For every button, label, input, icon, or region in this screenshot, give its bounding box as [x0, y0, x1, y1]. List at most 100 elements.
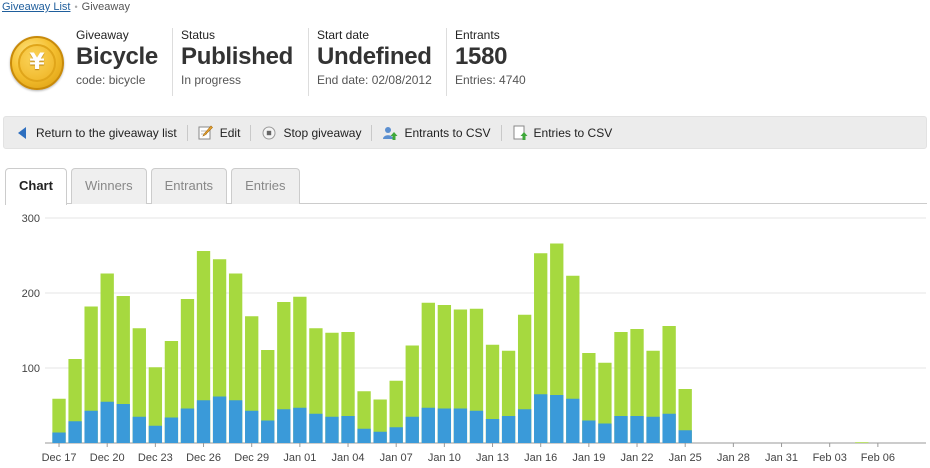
bar-entrants — [100, 401, 114, 443]
bar-entrants — [52, 432, 66, 443]
bar-entrants — [84, 410, 98, 443]
bar-entrants — [582, 420, 596, 443]
bar-entrants — [148, 425, 163, 443]
x-tick-label: Jan 01 — [283, 452, 316, 464]
stat-status-value: Published — [181, 43, 293, 70]
bar-entrants — [646, 416, 660, 443]
bar-entrants — [405, 416, 419, 443]
x-tick-label: Feb 06 — [861, 452, 895, 464]
stop-giveaway-button[interactable]: Stop giveaway — [261, 125, 361, 141]
document-export-icon — [512, 125, 528, 141]
tab-entrants[interactable]: Entrants — [150, 168, 228, 204]
bar-entrants — [341, 416, 355, 443]
x-tick-label: Jan 10 — [428, 452, 461, 464]
bar-entrants — [373, 431, 387, 443]
bar-entrants — [293, 407, 307, 443]
bar-entrants — [598, 423, 612, 443]
tab-chart[interactable]: Chart — [5, 168, 67, 205]
bar-entrants — [277, 409, 291, 443]
bar-entrants — [501, 416, 516, 443]
bar-entrants — [228, 400, 243, 443]
x-tick-label: Jan 28 — [717, 452, 750, 464]
stat-start-date: Start date Undefined End date: 02/08/201… — [308, 28, 432, 96]
stat-entries-count: Entries: 4740 — [455, 73, 526, 87]
users-export-icon — [382, 125, 398, 141]
bar-entrants — [164, 417, 179, 443]
toolbar-divider — [186, 124, 188, 141]
toolbar-divider — [250, 124, 252, 141]
x-tick-label: Dec 23 — [138, 452, 173, 464]
bar-entrants — [421, 407, 435, 443]
y-tick-label: 300 — [22, 213, 40, 225]
toolbar-divider — [500, 124, 502, 141]
stat-giveaway: Giveaway Bicycle code: bicycle — [68, 28, 158, 96]
bar-entrants — [309, 413, 323, 443]
entries-csv-label: Entries to CSV — [533, 125, 613, 140]
yen-icon: ¥ — [18, 44, 56, 82]
x-tick-label: Dec 20 — [90, 452, 125, 464]
breadcrumb-separator: • — [74, 2, 78, 12]
back-arrow-icon — [14, 125, 30, 141]
stat-end-date: End date: 02/08/2012 — [317, 73, 432, 87]
bar-entrants — [630, 416, 644, 443]
x-tick-label: Dec 26 — [186, 452, 221, 464]
y-tick-label: 200 — [22, 288, 40, 300]
bar-entrants — [389, 427, 403, 443]
entrants-csv-button[interactable]: Entrants to CSV — [382, 125, 491, 141]
edit-button[interactable]: Edit — [198, 125, 241, 141]
bar-entrants — [196, 400, 211, 443]
bar-entrants — [453, 408, 468, 443]
tab-bar: Chart Winners Entrants Entries — [5, 168, 304, 205]
entrants-csv-label: Entrants to CSV — [404, 125, 491, 140]
entries-csv-button[interactable]: Entries to CSV — [512, 125, 613, 141]
return-to-list-label: Return to the giveaway list — [36, 125, 177, 140]
x-tick-label: Jan 07 — [380, 452, 413, 464]
x-tick-label: Dec 17 — [42, 452, 77, 464]
tab-entries[interactable]: Entries — [231, 168, 300, 204]
bar-entrants — [325, 416, 339, 443]
bar-entrants — [212, 396, 227, 443]
x-tick-label: Jan 16 — [524, 452, 557, 464]
bar-entrants — [485, 419, 500, 443]
stat-giveaway-sub: code: bicycle — [76, 73, 146, 87]
y-tick-label: 100 — [22, 363, 40, 375]
stat-status: Status Published In progress — [172, 28, 293, 96]
x-tick-label: Jan 22 — [621, 452, 654, 464]
x-tick-label: Jan 13 — [476, 452, 509, 464]
bar-entrants — [261, 420, 275, 443]
bar-entrants — [550, 395, 564, 443]
tab-winners[interactable]: Winners — [70, 168, 147, 204]
giveaway-coin-logo: ¥ — [10, 36, 64, 90]
stat-entrants-label: Entrants — [455, 28, 500, 42]
pencil-icon — [198, 125, 214, 141]
bar-total — [855, 442, 869, 443]
stop-giveaway-label: Stop giveaway — [283, 125, 362, 140]
breadcrumb-link-giveaway-list[interactable]: Giveaway List — [2, 1, 70, 13]
entries-chart: 100 200 300 Dec 17 Dec 20 Dec 23 Dec 26 Dec 29 J… — [22, 213, 926, 464]
x-tick-label: Jan 25 — [669, 452, 702, 464]
action-toolbar: Return to the giveaway list Edit Stop gi… — [3, 116, 927, 149]
x-tick-label: Jan 31 — [765, 452, 798, 464]
stat-status-label: Status — [181, 28, 216, 42]
breadcrumb-current: Giveaway — [81, 1, 130, 13]
bar-entrants — [614, 416, 628, 443]
x-tick-label: Feb 03 — [813, 452, 847, 464]
bar-entrants — [678, 430, 692, 443]
bar-entrants — [437, 408, 452, 443]
stop-icon — [261, 125, 277, 141]
bar-entrants — [469, 410, 484, 443]
bar-entrants — [534, 394, 548, 443]
edit-label: Edit — [219, 125, 241, 140]
stat-giveaway-value: Bicycle — [76, 43, 158, 70]
breadcrumb: Giveaway List • Giveaway — [2, 1, 130, 13]
x-tick-label: Jan 19 — [572, 452, 605, 464]
toolbar-divider — [371, 124, 373, 141]
bar-entrants — [662, 413, 676, 443]
bar-entrants — [357, 428, 371, 443]
stat-status-sub: In progress — [181, 73, 242, 87]
stat-entrants: Entrants 1580 Entries: 4740 — [446, 28, 526, 96]
bar-entrants — [517, 409, 532, 443]
stat-giveaway-label: Giveaway — [76, 28, 129, 42]
stat-start-date-label: Start date — [317, 28, 370, 42]
return-to-list-button[interactable]: Return to the giveaway list — [14, 125, 177, 141]
